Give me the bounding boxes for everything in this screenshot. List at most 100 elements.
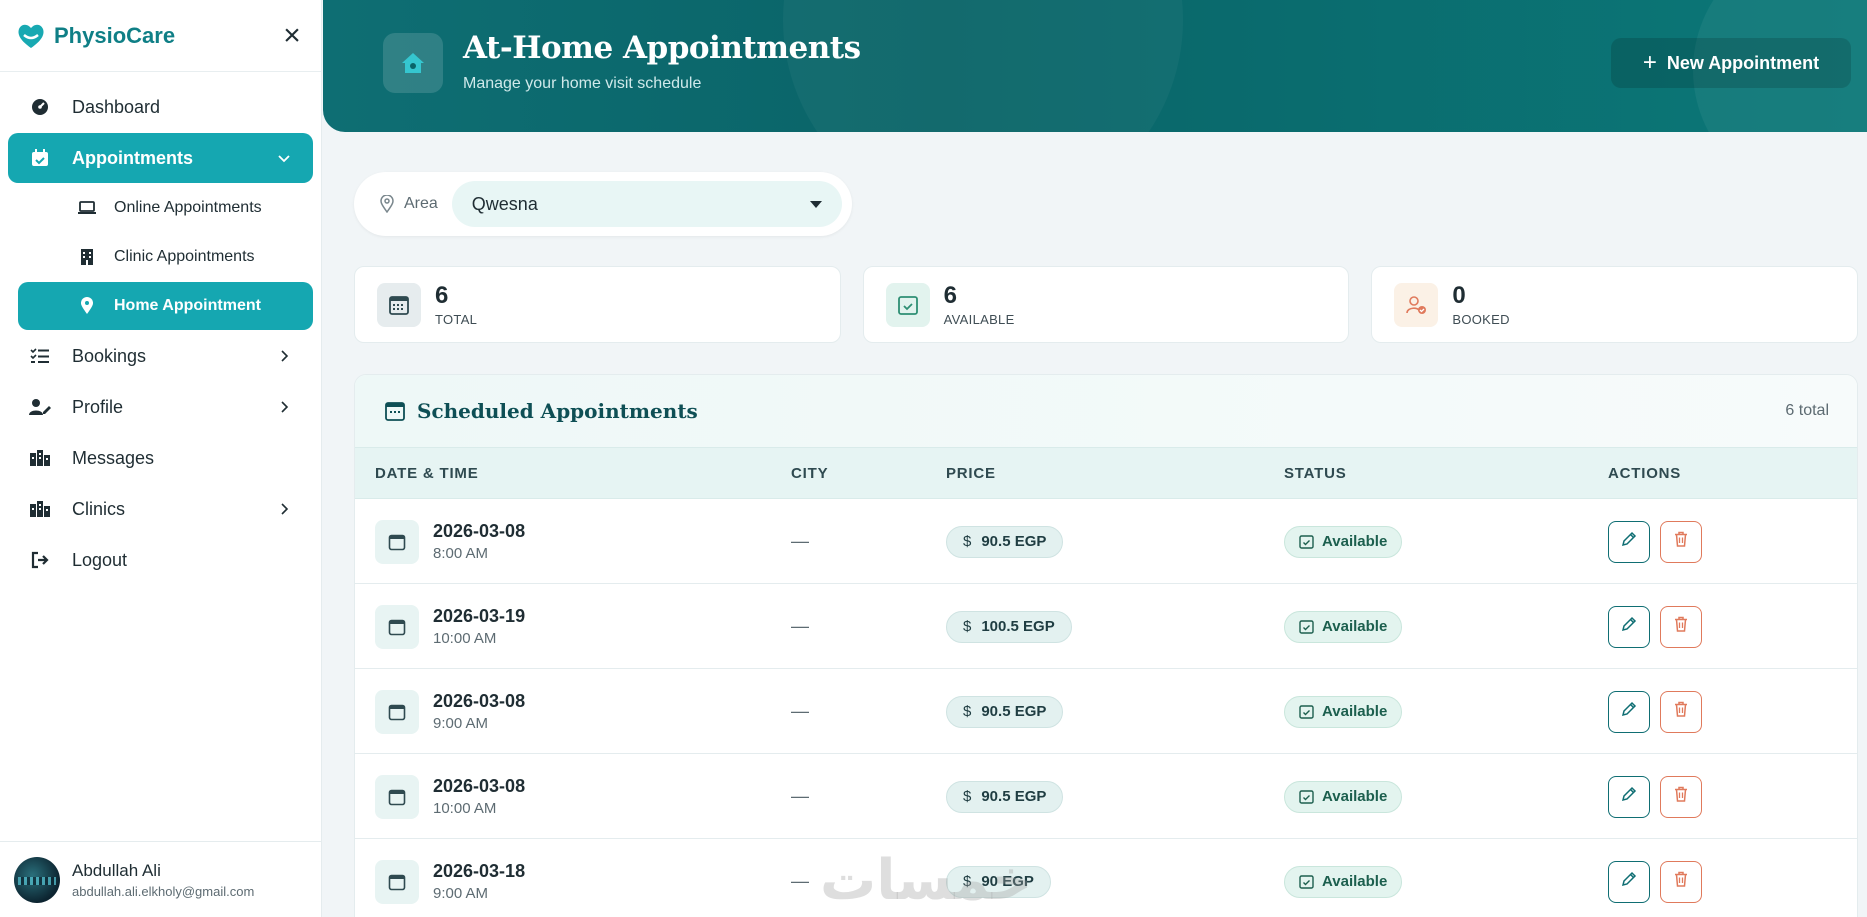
sidebar-item-bookings[interactable]: Bookings (8, 331, 313, 381)
price-value: 100.5 EGP (981, 618, 1055, 635)
building-icon (76, 246, 98, 268)
laptop-icon (76, 197, 98, 219)
stat-text: 0 BOOKED (1452, 282, 1509, 327)
area-select[interactable]: Qwesna (451, 181, 842, 227)
sidebar: PhysioCare × Dashboard Appointments Onli… (0, 0, 322, 917)
new-appointment-button[interactable]: + New Appointment (1611, 38, 1851, 88)
sidebar-item-online-appointments[interactable]: Online Appointments (18, 184, 313, 232)
new-appointment-label: New Appointment (1666, 52, 1820, 73)
city-cell: — (791, 754, 809, 839)
sidebar-item-label: Online Appointments (114, 199, 262, 216)
calendar-icon (375, 689, 419, 734)
pencil-icon (1620, 785, 1638, 808)
status-label: Available (1322, 703, 1388, 720)
status-badge: Available (1284, 610, 1403, 643)
brand-header: PhysioCare × (0, 0, 321, 72)
area-label: Area (404, 195, 438, 212)
city-cell: — (791, 584, 809, 669)
map-pin-icon (76, 295, 98, 317)
page-header: At-Home Appointments Manage your home vi… (323, 0, 1867, 132)
column-header: CITY (791, 464, 829, 482)
calendar-grid-icon (377, 282, 421, 327)
card-total: 6 total (1785, 402, 1829, 419)
pencil-icon (1620, 870, 1638, 893)
calendar-check-icon (1299, 534, 1315, 550)
edit-button[interactable] (1608, 690, 1650, 733)
city-value: — (791, 871, 809, 891)
status-badge: Available (1284, 525, 1403, 558)
status-label: Available (1322, 873, 1388, 890)
actions-cell (1608, 839, 1702, 917)
appointment-date: 2026-03-08 (433, 691, 526, 711)
sidebar-item-home-appointment[interactable]: Home Appointment (18, 282, 313, 330)
status-cell: Available (1284, 669, 1403, 754)
sidebar-item-dashboard[interactable]: Dashboard (8, 82, 313, 132)
list-check-icon (28, 344, 52, 368)
delete-button[interactable] (1660, 520, 1702, 563)
chevron-right-icon (275, 500, 293, 518)
edit-button[interactable] (1608, 775, 1650, 818)
user-info: Abdullah Ali abdullah.ali.elkholy@gmail.… (72, 861, 254, 899)
date-cell: 2026-03-18 9:00 AM (375, 839, 525, 917)
sidebar-item-profile[interactable]: Profile (8, 382, 313, 432)
close-sidebar-button[interactable]: × (277, 19, 307, 52)
buildings-icon (28, 497, 52, 521)
chevron-right-icon (275, 347, 293, 365)
price-badge: $90.5 EGP (946, 695, 1064, 728)
area-filter: Area Qwesna (354, 172, 852, 236)
stat-total: 6 TOTAL (354, 266, 841, 343)
date-cell: 2026-03-08 10:00 AM (375, 754, 525, 839)
calendar-check-icon (1299, 619, 1315, 635)
stat-available: 6 AVAILABLE (862, 266, 1350, 343)
area-selected-value: Qwesna (471, 193, 538, 214)
currency-symbol: $ (963, 703, 972, 720)
date-cell: 2026-03-08 9:00 AM (375, 669, 525, 754)
delete-button[interactable] (1660, 605, 1702, 648)
date-cell: 2026-03-19 10:00 AM (375, 584, 525, 669)
delete-button[interactable] (1660, 775, 1702, 818)
trash-icon (1672, 785, 1690, 808)
user-email: abdullah.ali.elkholy@gmail.com (72, 883, 255, 899)
edit-button[interactable] (1608, 520, 1650, 563)
edit-button[interactable] (1608, 860, 1650, 903)
date-text: 2026-03-19 10:00 AM (433, 606, 525, 647)
appointment-time: 10:00 AM (433, 800, 497, 817)
appointments-submenu: Online Appointments Clinic Appointments … (8, 184, 313, 330)
caret-down-icon (809, 200, 822, 208)
sidebar-item-appointments[interactable]: Appointments (8, 133, 313, 183)
brand-name: PhysioCare (54, 22, 176, 48)
sidebar-item-logout[interactable]: Logout (8, 535, 313, 585)
table-row: 2026-03-08 8:00 AM — $90.5 EGP Available (355, 499, 1857, 584)
buildings-icon (28, 446, 52, 470)
calendar-icon (383, 399, 407, 423)
table-row: 2026-03-19 10:00 AM — $100.5 EGP Availab… (355, 584, 1857, 669)
edit-button[interactable] (1608, 605, 1650, 648)
sidebar-item-clinic-appointments[interactable]: Clinic Appointments (18, 233, 313, 281)
appointment-date: 2026-03-19 (433, 606, 526, 626)
city-cell: — (791, 669, 809, 754)
sidebar-item-messages[interactable]: Messages (8, 433, 313, 483)
heart-hands-icon (14, 19, 48, 53)
price-cell: $90.5 EGP (946, 499, 1064, 584)
delete-button[interactable] (1660, 860, 1702, 903)
status-label: Available (1322, 618, 1388, 635)
city-value: — (791, 616, 809, 636)
plus-icon: + (1642, 49, 1657, 76)
page-subtitle: Manage your home visit schedule (463, 75, 702, 92)
city-cell: — (791, 839, 809, 917)
currency-symbol: $ (963, 618, 972, 635)
calendar-icon (375, 774, 419, 819)
chevron-right-icon (275, 398, 293, 416)
user-profile-box[interactable]: Abdullah Ali abdullah.ali.elkholy@gmail.… (0, 841, 322, 917)
sidebar-item-label: Appointments (72, 147, 193, 168)
delete-button[interactable] (1660, 690, 1702, 733)
sidebar-item-clinics[interactable]: Clinics (8, 484, 313, 534)
column-header: DATE & TIME (375, 464, 479, 482)
watermark: خمسات (820, 848, 1033, 913)
table-header: DATE & TIME CITY PRICE STATUS ACTIONS (355, 447, 1857, 499)
calendar-check-icon (1299, 789, 1315, 805)
stats-row: 6 TOTAL 6 AVAILABLE 0 BOOKED (354, 266, 1859, 343)
table-row: 2026-03-08 10:00 AM — $90.5 EGP Availabl… (355, 754, 1857, 839)
trash-icon (1672, 530, 1690, 553)
main-content: At-Home Appointments Manage your home vi… (323, 0, 1867, 917)
